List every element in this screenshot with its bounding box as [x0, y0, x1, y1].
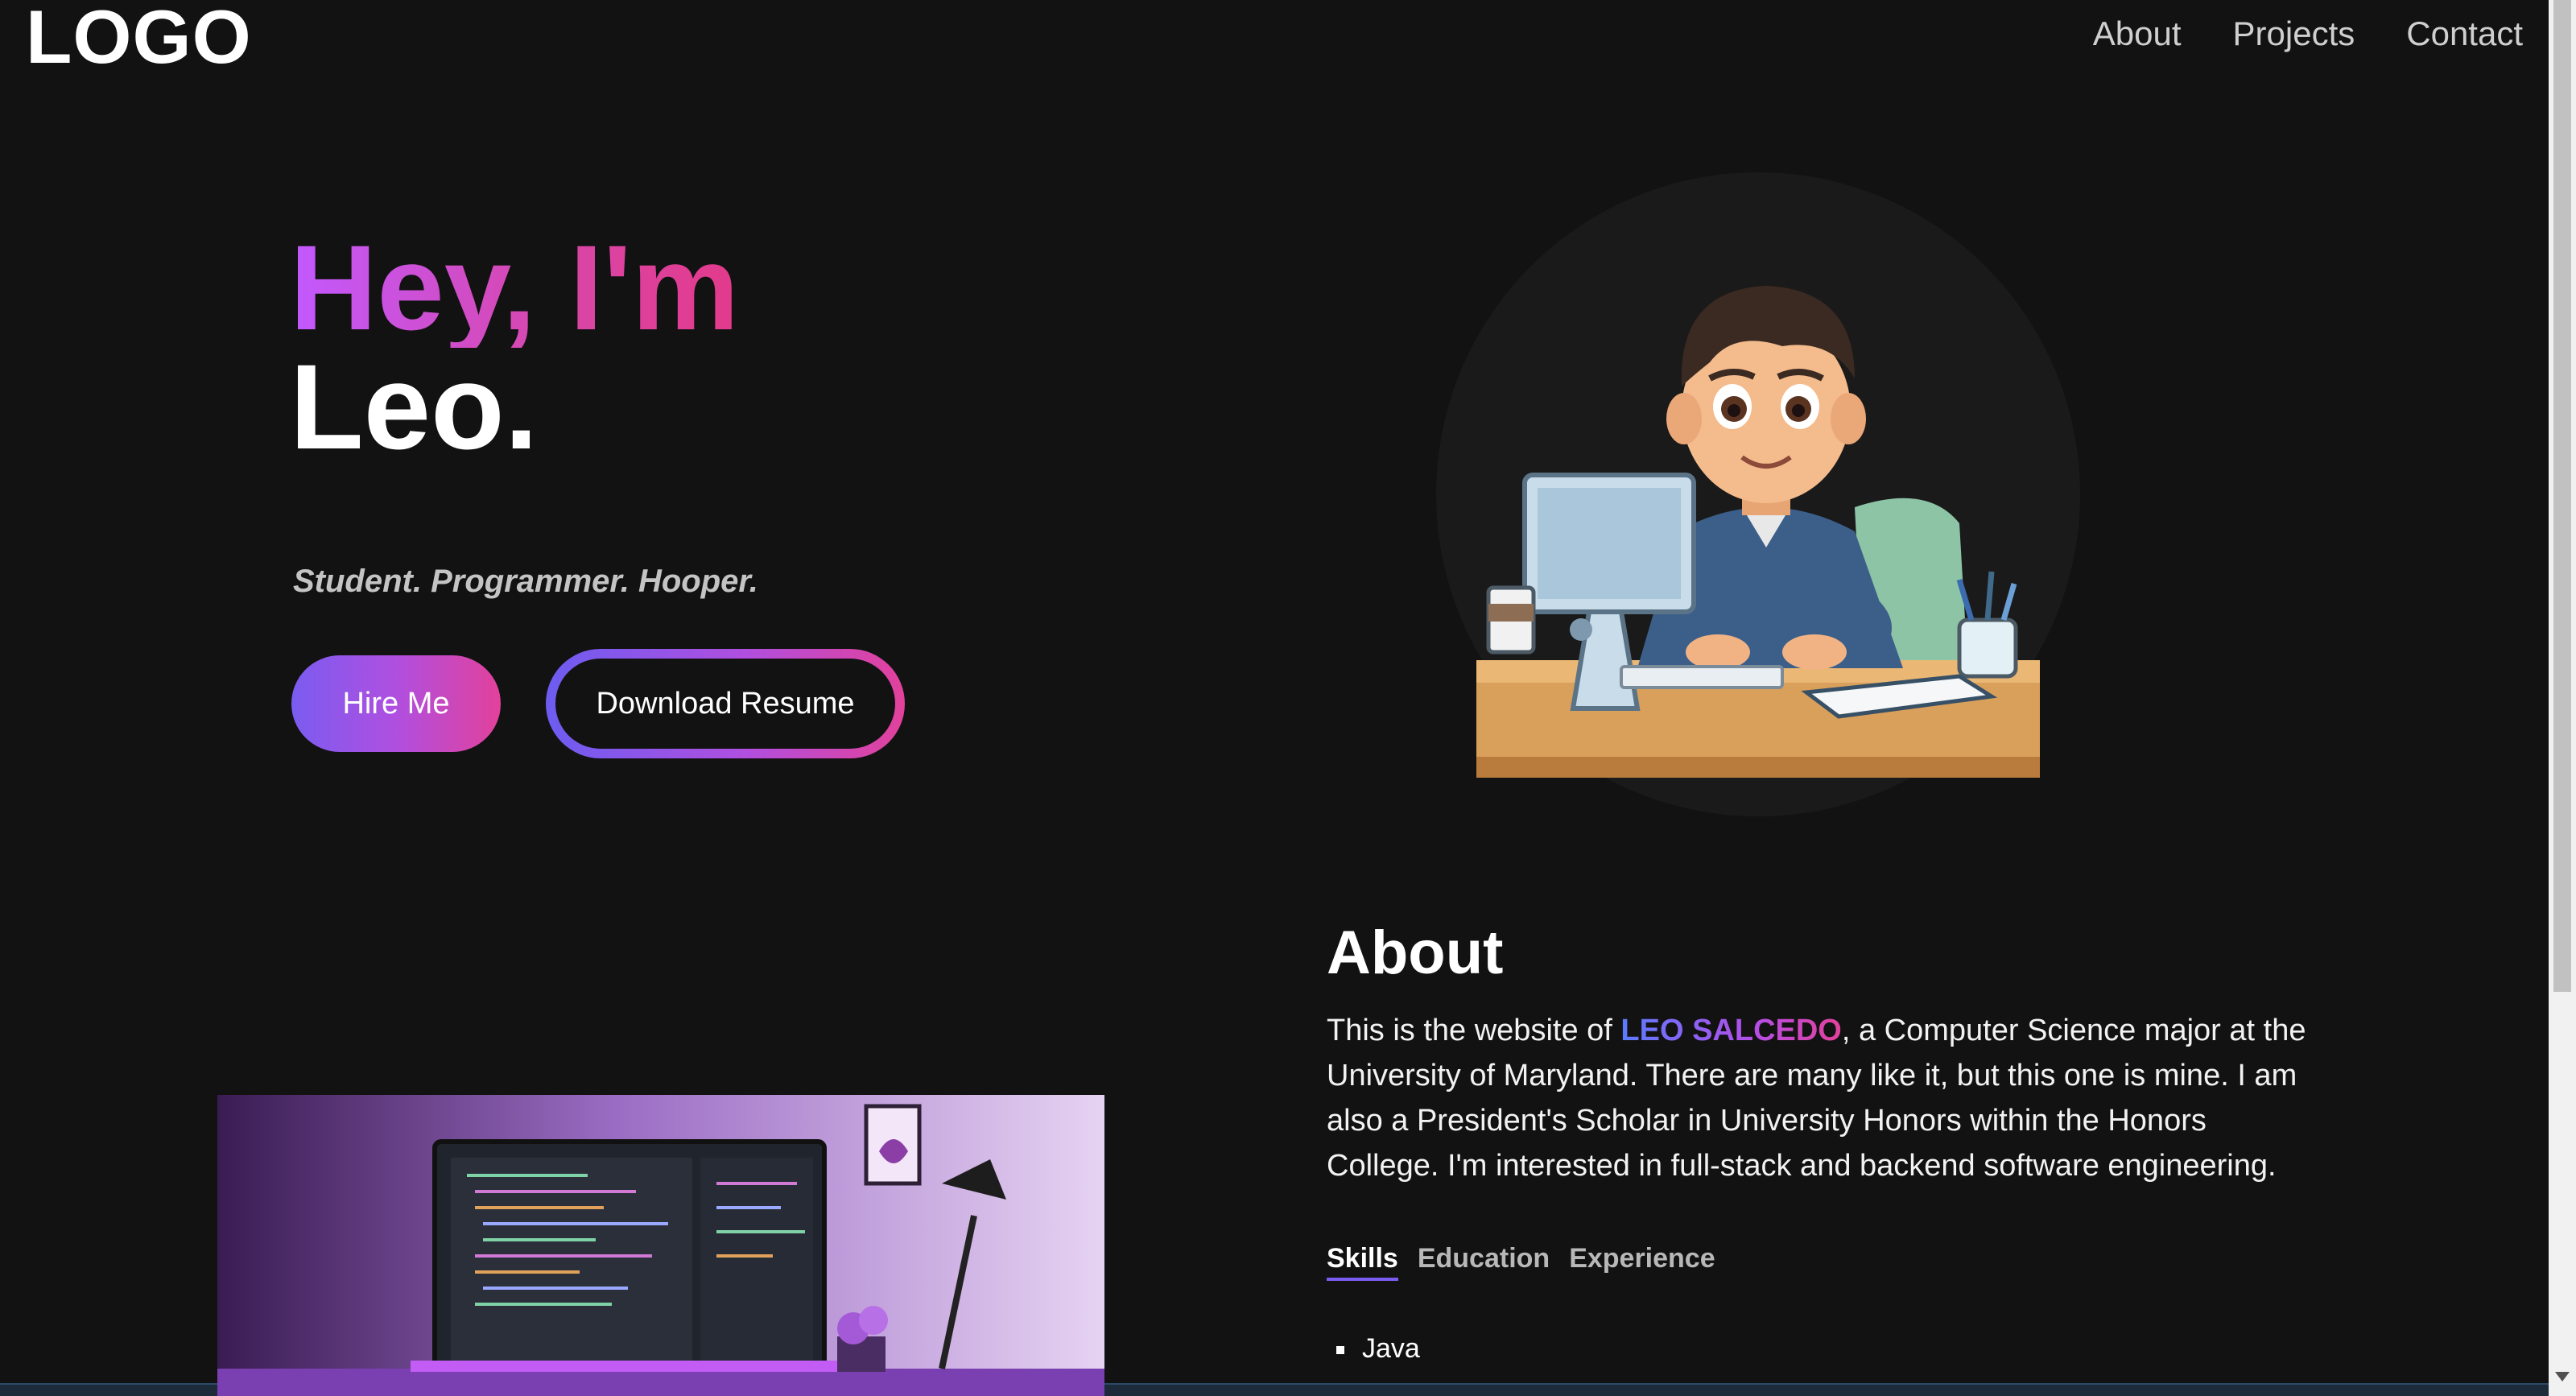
workspace-image [217, 1095, 1104, 1396]
nav-link-about[interactable]: About [2093, 14, 2182, 53]
hire-me-label: Hire Me [342, 686, 450, 721]
list-item: Java [1336, 1333, 1420, 1365]
tab-education[interactable]: Education [1418, 1243, 1550, 1281]
avatar-illustration [1476, 286, 2040, 778]
scrollbar-thumb[interactable] [2553, 0, 2571, 992]
hero-tagline: Student. Programmer. Hooper. [293, 564, 758, 599]
about-paragraph: This is the website of LEO SALCEDO, a Co… [1327, 1014, 2306, 1183]
highlighted-name: LEO SALCEDO [1620, 1014, 1842, 1047]
download-resume-button[interactable]: Download Resume [546, 649, 905, 758]
hero-name: Leo. [290, 339, 539, 474]
nav-link-contact[interactable]: Contact [2406, 14, 2523, 53]
skills-list: Java [1336, 1333, 1420, 1365]
tab-skills[interactable]: Skills [1327, 1243, 1398, 1281]
scroll-down-arrow-icon[interactable] [2555, 1372, 2570, 1382]
main-nav: About Projects Contact [2093, 14, 2523, 53]
about-heading: About [1327, 919, 1504, 987]
bullet-icon [1336, 1346, 1344, 1355]
logo[interactable]: LOGO [26, 0, 252, 78]
about-tabs: Skills Education Experience [1327, 1243, 1715, 1281]
hire-me-button[interactable]: Hire Me [291, 655, 501, 752]
tab-experience[interactable]: Experience [1569, 1243, 1715, 1281]
vertical-scrollbar[interactable] [2549, 0, 2576, 1396]
hero-greeting: Hey, I'm [290, 220, 740, 355]
download-resume-label: Download Resume [596, 686, 855, 721]
nav-link-projects[interactable]: Projects [2233, 14, 2355, 53]
